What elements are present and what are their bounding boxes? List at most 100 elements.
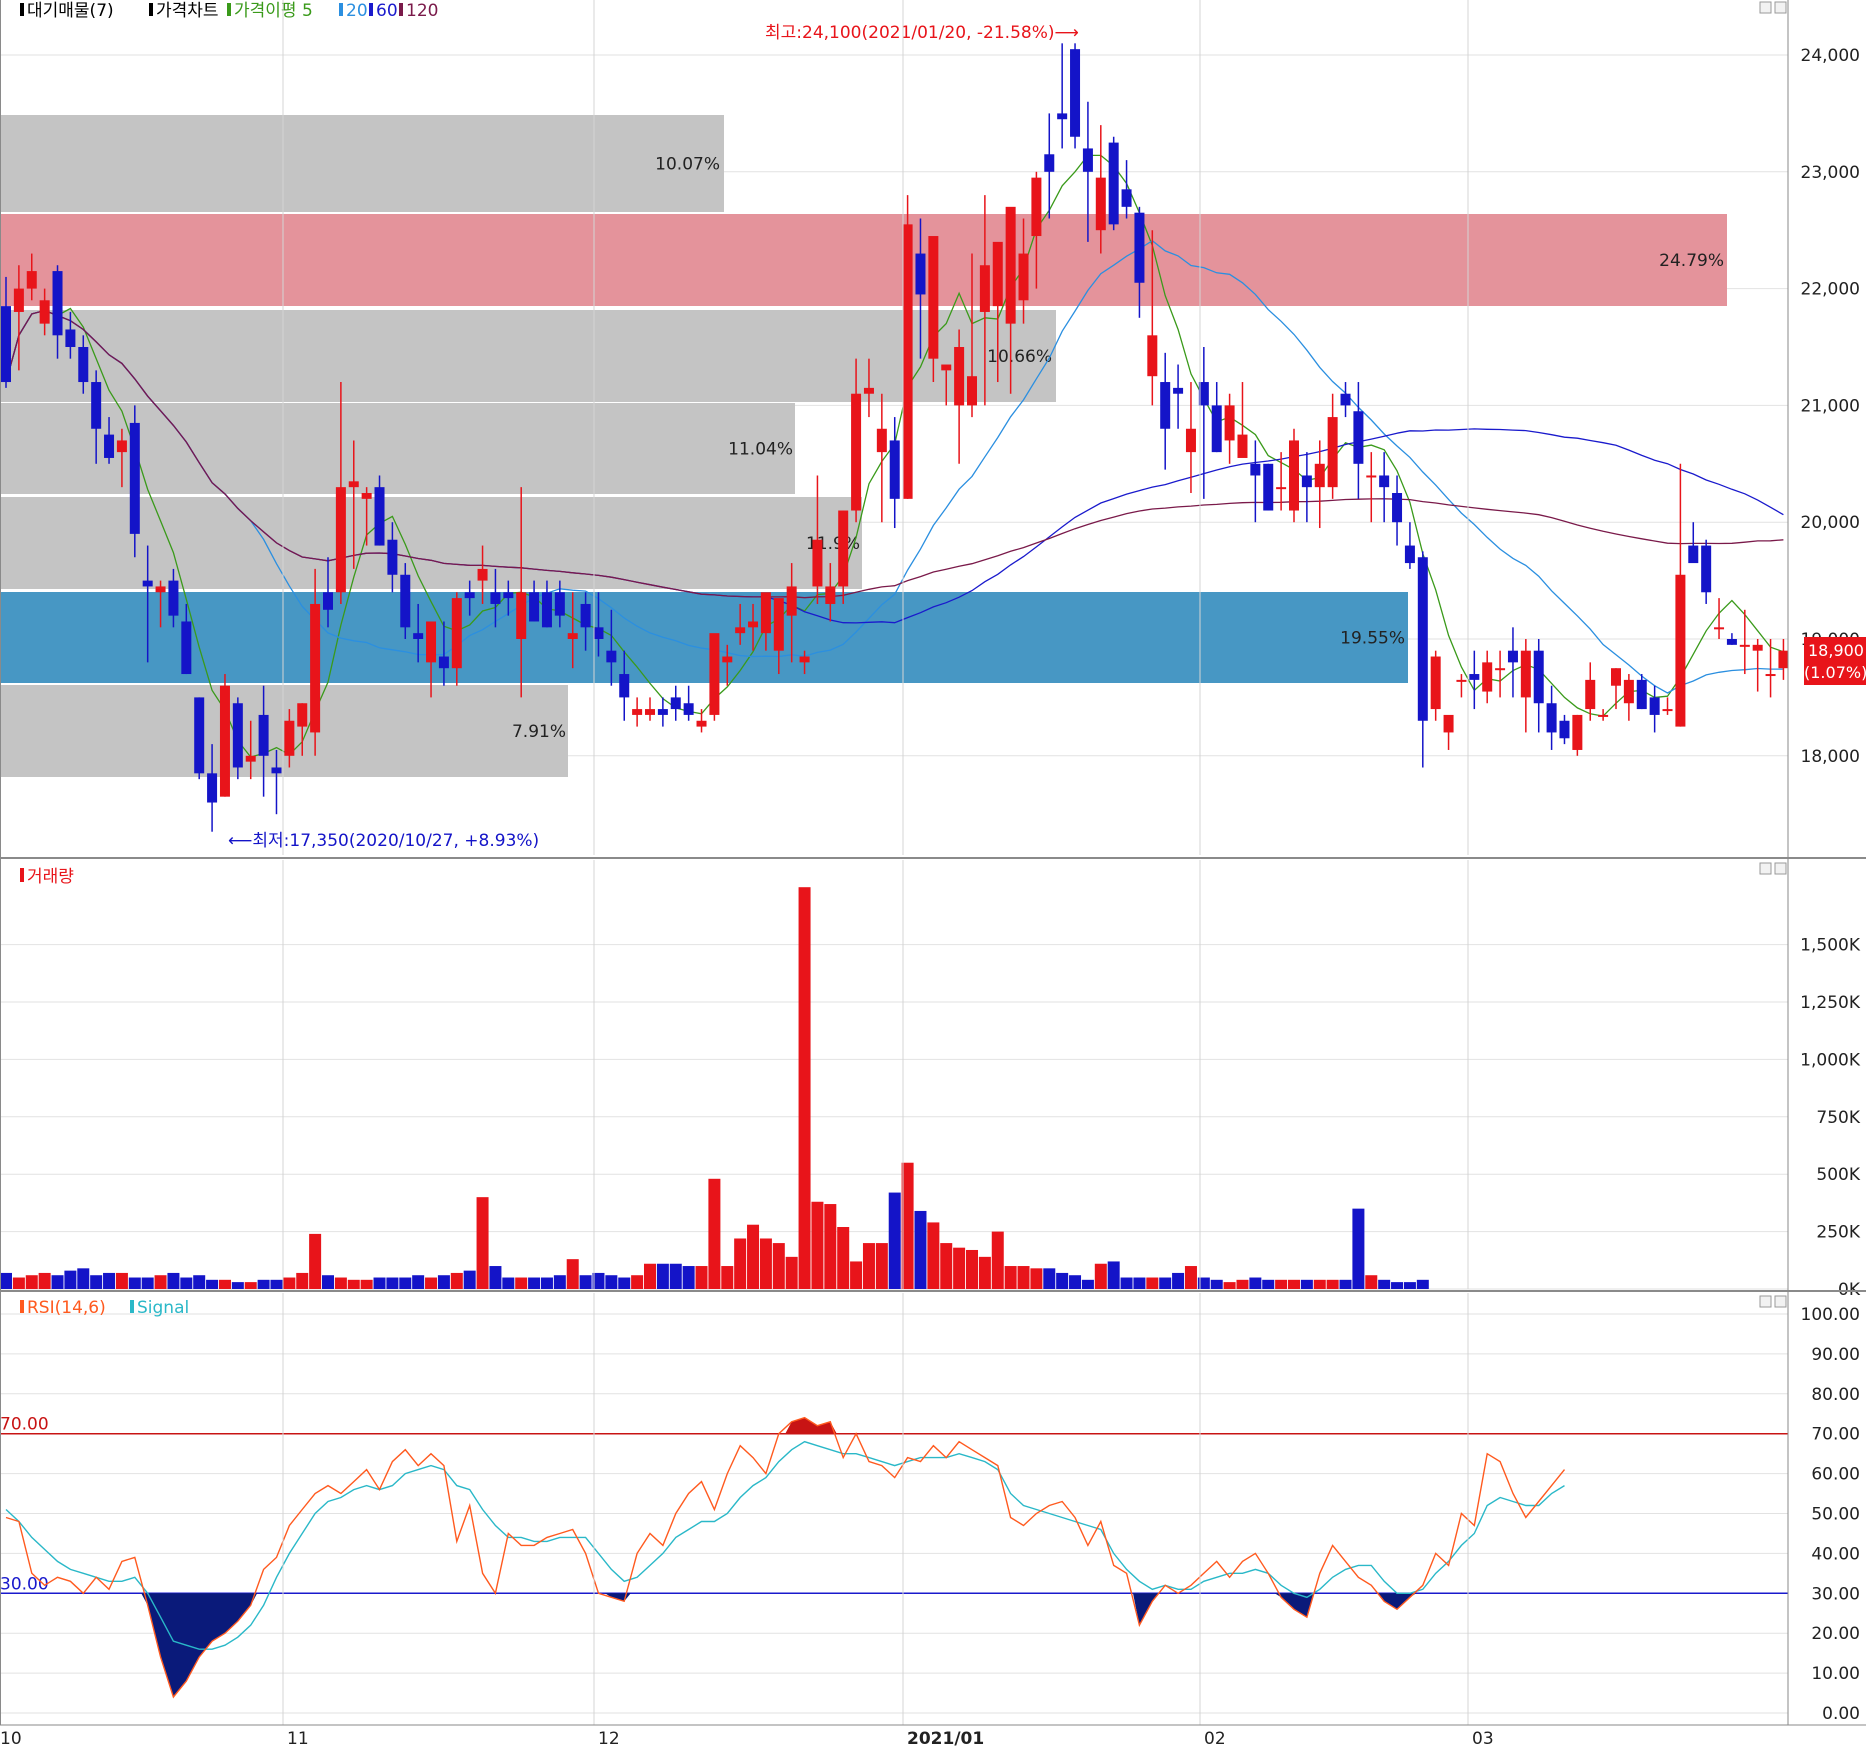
volume-bar — [1069, 1275, 1082, 1289]
candle-body — [1714, 627, 1725, 630]
volume-bar — [991, 1231, 1004, 1289]
volume-bar — [1004, 1266, 1017, 1289]
candle-body — [1507, 650, 1518, 663]
candle-body — [387, 539, 398, 575]
candle-body — [503, 592, 514, 599]
minimize-icon[interactable] — [1759, 1, 1772, 14]
candle-body — [413, 633, 424, 639]
volume-bar — [386, 1277, 399, 1289]
candle-body — [1031, 177, 1042, 237]
candle-body — [941, 364, 952, 371]
candle-body — [426, 621, 437, 663]
volume-bar — [64, 1270, 77, 1289]
volume-bar — [1120, 1277, 1133, 1289]
volume-bar — [1300, 1279, 1313, 1289]
volume-bar — [734, 1238, 747, 1289]
candle-body — [735, 627, 746, 634]
candle-body — [52, 271, 63, 336]
candle-body — [825, 586, 836, 604]
volume-bar — [656, 1263, 669, 1289]
candle-body — [297, 703, 308, 727]
current-price-value: 18,900 — [1808, 641, 1864, 660]
volume-bar — [1275, 1279, 1288, 1289]
candle-body — [1739, 644, 1750, 647]
volume-bar — [888, 1192, 901, 1289]
legend-label: 60 — [376, 1, 398, 21]
volume-tick-label: 500K — [1816, 1165, 1860, 1185]
date-tick-label: 03 — [1472, 1729, 1494, 1747]
close-icon[interactable] — [1774, 1, 1787, 14]
price-tick-label: 22,000 — [1801, 280, 1860, 300]
volume-bar — [811, 1201, 824, 1289]
candle-body — [438, 656, 449, 669]
volume-bar — [1365, 1275, 1378, 1289]
volume-bar — [399, 1277, 412, 1289]
rsi-tick-label: 10.00 — [1811, 1664, 1860, 1684]
volume-bar — [875, 1243, 888, 1289]
candle-body — [78, 347, 89, 383]
volume-bar — [695, 1266, 708, 1289]
legend-label: 120 — [406, 1, 438, 21]
volume-bar — [631, 1275, 644, 1289]
candle-body — [967, 376, 977, 406]
candle-body — [1765, 674, 1776, 677]
volume-bar — [605, 1275, 618, 1289]
candle-body — [104, 434, 115, 458]
candle-body — [1108, 142, 1119, 225]
candle-body — [632, 709, 643, 715]
stock-chart: 10.07%10.66%11.04%11.9%7.91%24.79%19.55%… — [0, 0, 1866, 1747]
volume-bar — [1210, 1279, 1223, 1289]
candle-body — [657, 709, 668, 715]
volume-bar — [747, 1224, 760, 1289]
candle-body — [284, 720, 295, 756]
volume-bar — [231, 1282, 244, 1289]
candle-body — [722, 656, 733, 663]
volume-bar — [128, 1277, 141, 1289]
zone-percent-label: 10.07% — [655, 155, 720, 175]
candle-body — [593, 627, 604, 639]
legend-swatch — [149, 3, 153, 16]
volume-bar — [141, 1277, 154, 1289]
zone-percent-label: 19.55% — [1340, 629, 1405, 649]
minimize-icon[interactable] — [1759, 862, 1772, 875]
volume-tick-label: 1,250K — [1800, 993, 1861, 1013]
volume-legend-label: 거래량 — [27, 867, 74, 887]
candle-body — [580, 603, 591, 628]
candle-body — [1147, 335, 1158, 377]
legend-label: 대기매물(7) — [27, 1, 114, 21]
candle-body — [335, 487, 346, 593]
candle-body — [477, 568, 488, 581]
date-tick-label: 2021/01 — [907, 1729, 984, 1747]
candle-body — [1340, 393, 1351, 406]
candle-body — [1404, 545, 1415, 564]
candle-body — [1211, 405, 1222, 453]
candle-body — [1379, 475, 1390, 488]
candle-body — [1559, 720, 1570, 739]
legend-swatch — [20, 3, 24, 16]
candle-body — [529, 592, 540, 622]
volume-bar — [296, 1272, 309, 1289]
candle-body — [1417, 557, 1428, 721]
candle-body — [1662, 709, 1673, 712]
candle-body — [232, 703, 243, 768]
volume-bar — [373, 1277, 386, 1289]
rsi-tick-label: 90.00 — [1811, 1345, 1860, 1365]
candle-body — [876, 428, 887, 453]
candle-body — [1572, 714, 1583, 750]
close-icon[interactable] — [1774, 1295, 1787, 1308]
price-tick-label: 24,000 — [1801, 46, 1860, 66]
candle-body — [1366, 475, 1377, 478]
minimize-icon[interactable] — [1759, 1295, 1772, 1308]
volume-bar — [553, 1275, 566, 1289]
volume-bar — [824, 1204, 837, 1289]
rsi-tick-label: 80.00 — [1811, 1385, 1860, 1405]
candle-body — [1675, 574, 1686, 727]
legend-label: 가격이평 5 — [234, 1, 313, 21]
close-icon[interactable] — [1774, 862, 1787, 875]
volume-bar — [77, 1268, 90, 1289]
candle-body — [451, 598, 462, 669]
candle-body — [116, 440, 127, 453]
volume-bar — [540, 1277, 553, 1289]
candle-body — [1726, 639, 1737, 645]
candle-body — [606, 650, 617, 663]
